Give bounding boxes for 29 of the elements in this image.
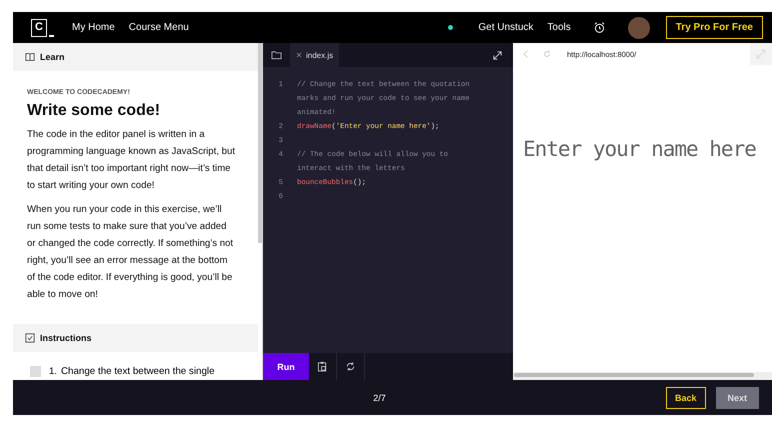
back-button[interactable]: Back bbox=[666, 386, 706, 408]
progress-counter: 2/7 bbox=[373, 392, 386, 402]
book-icon bbox=[25, 52, 35, 62]
checkbox-icon bbox=[25, 333, 35, 343]
lesson-paragraph: The code in the editor panel is written in a programming language known as JavaScript, but that detail isn’t too important right now—it’s time to start writing your own code! bbox=[27, 128, 236, 193]
lesson-paragraph: When you run your code in this exercise, we’ll run some tests to make sure that you’ve added or changed the code correctly. If something’s not right, you’ll see an error message at the bottom of the code editor. If everything is good, you’ll be able to move on! bbox=[27, 203, 234, 302]
task-text: Change the text between the single bbox=[60, 366, 215, 377]
close-icon[interactable] bbox=[296, 52, 302, 58]
try-pro-button[interactable]: Try Pro For Free bbox=[666, 16, 763, 39]
file-tab[interactable]: index.js bbox=[290, 43, 340, 67]
alarm-clock-icon[interactable] bbox=[592, 21, 606, 34]
task-checkbox[interactable] bbox=[30, 366, 41, 377]
nav-link[interactable]: My Home bbox=[72, 22, 115, 33]
lesson-title: Write some code! bbox=[27, 102, 162, 120]
reload-icon[interactable] bbox=[542, 49, 552, 59]
expand-icon[interactable] bbox=[492, 50, 503, 60]
nav-link[interactable]: Course Menu bbox=[128, 22, 189, 33]
scrollbar[interactable] bbox=[258, 43, 262, 243]
avatar[interactable] bbox=[628, 16, 650, 38]
nav-link[interactable]: Tools bbox=[547, 22, 571, 33]
animated-name-text: Enter your name here bbox=[522, 137, 757, 161]
nav-link[interactable]: Get Unstuck bbox=[478, 22, 534, 33]
learn-title: Learn bbox=[40, 52, 65, 62]
folder-icon[interactable] bbox=[271, 50, 282, 60]
file-name: index.js bbox=[306, 50, 334, 60]
task-number: 1. bbox=[49, 366, 57, 377]
instructions-title: Instructions bbox=[40, 333, 92, 343]
scrollbar[interactable] bbox=[514, 373, 754, 377]
run-button[interactable]: Run bbox=[263, 353, 309, 380]
